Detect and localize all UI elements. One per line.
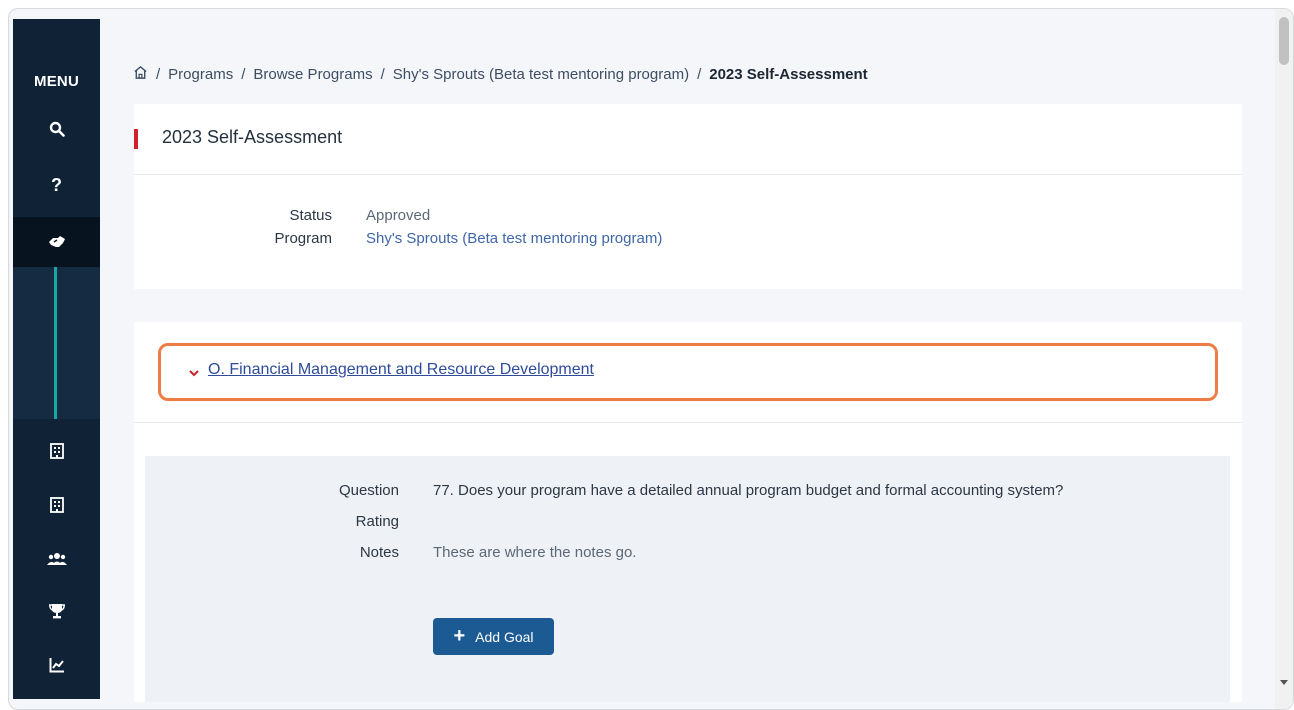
breadcrumb-browse-programs[interactable]: Browse Programs [253, 66, 372, 83]
notes-label: Notes [359, 544, 399, 561]
add-goal-button[interactable]: + Add Goal [433, 618, 554, 655]
page-scrollbar[interactable] [1275, 9, 1293, 709]
sidebar-programs[interactable] [13, 217, 100, 267]
sidebar-organizations[interactable] [13, 427, 100, 475]
menu-button[interactable]: MENU [13, 57, 100, 105]
section-header-highlight[interactable]: O. Financial Management and Resource Dev… [158, 343, 1218, 401]
sidebar-people[interactable] [13, 535, 100, 583]
users-icon [46, 552, 67, 566]
question-text: 77. Does your program have a detailed an… [433, 482, 1064, 499]
title-accent-bar [134, 129, 138, 149]
notes-text: These are where the notes go. [433, 544, 637, 561]
home-icon[interactable] [133, 65, 148, 84]
menu-label: MENU [34, 72, 79, 90]
breadcrumb-program[interactable]: Shy's Sprouts (Beta test mentoring progr… [393, 66, 689, 83]
building-icon [49, 443, 64, 459]
section-title-link[interactable]: O. Financial Management and Resource Dev… [208, 361, 594, 379]
status-value: Approved [366, 207, 431, 224]
card-header: 2023 Self-Assessment [134, 104, 1242, 175]
question-panel: Question 77. Does your program have a de… [145, 456, 1230, 702]
plus-icon: + [453, 624, 466, 647]
building-icon [49, 497, 64, 513]
breadcrumb-separator: / [697, 66, 702, 83]
breadcrumb-current: 2023 Self-Assessment [709, 66, 868, 83]
breadcrumb-separator: / [241, 66, 246, 83]
sidebar-subnav [13, 267, 100, 419]
handshake-icon [47, 234, 67, 250]
sidebar-sites[interactable] [13, 481, 100, 529]
trophy-icon [48, 603, 65, 619]
rating-label: Rating [355, 513, 399, 530]
breadcrumb: / Programs / Browse Programs / Shy's Spr… [133, 65, 868, 84]
section-divider [134, 422, 1242, 423]
chevron-down-icon[interactable] [189, 366, 199, 380]
page-title: 2023 Self-Assessment [162, 127, 343, 147]
scrollbar-thumb[interactable] [1279, 17, 1289, 65]
browser-frame: MENU ? / Programs / Browse Programs / Sh… [8, 8, 1294, 710]
assessment-section-card: O. Financial Management and Resource Dev… [134, 322, 1242, 702]
status-label: Status [289, 207, 332, 224]
sidebar-awards[interactable] [13, 587, 100, 635]
help-icon: ? [51, 174, 62, 195]
assessment-summary-card: 2023 Self-Assessment Status Approved Pro… [134, 104, 1242, 289]
search-icon [49, 121, 65, 137]
sidebar: MENU ? [13, 19, 100, 699]
subnav-line [54, 267, 57, 419]
breadcrumb-separator: / [380, 66, 385, 83]
sidebar-reports[interactable] [13, 641, 100, 689]
sidebar-help[interactable]: ? [13, 161, 100, 209]
add-goal-label: Add Goal [475, 628, 534, 645]
breadcrumb-separator: / [156, 66, 161, 83]
breadcrumb-programs[interactable]: Programs [168, 66, 233, 83]
program-label: Program [274, 230, 332, 247]
program-link[interactable]: Shy's Sprouts (Beta test mentoring progr… [366, 230, 662, 247]
scroll-down-arrow-icon[interactable] [1280, 680, 1288, 685]
chart-icon [49, 657, 65, 673]
question-label: Question [338, 482, 399, 499]
sidebar-search[interactable] [13, 105, 100, 153]
